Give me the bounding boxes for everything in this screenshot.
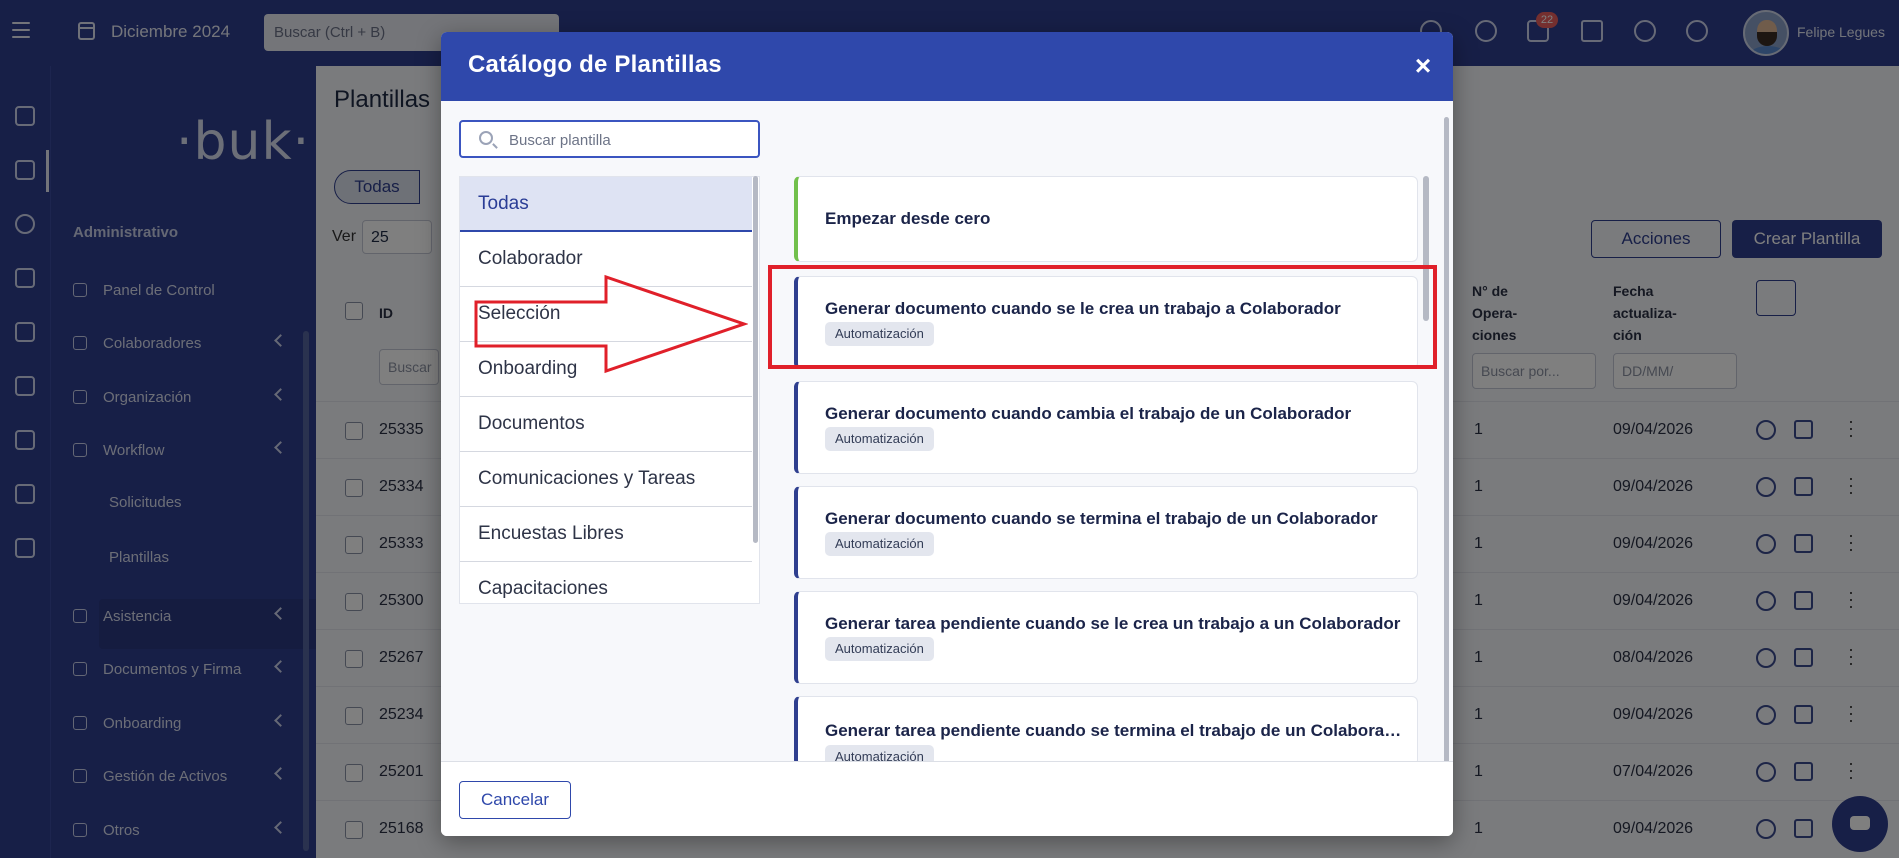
search-icon — [479, 131, 493, 145]
modal-header: Catálogo de Plantillas × — [441, 32, 1453, 101]
modal-footer: Cancelar — [441, 761, 1453, 836]
category-encuestas-libres[interactable]: Encuestas Libres — [460, 507, 752, 562]
template-card-title: Generar documento cuando cambia el traba… — [825, 404, 1352, 423]
category-comunicaciones-y-tareas[interactable]: Comunicaciones y Tareas — [460, 452, 752, 507]
template-card[interactable]: Generar tarea pendiente cuando se termin… — [794, 696, 1418, 766]
category-list: Todas Colaborador Selección Onboarding D… — [459, 176, 760, 604]
modal-body: Todas Colaborador Selección Onboarding D… — [441, 101, 1453, 766]
modal-scrollbar[interactable] — [1444, 117, 1449, 767]
template-card-title: Generar documento cuando se termina el t… — [825, 509, 1378, 528]
template-card[interactable]: Generar documento cuando cambia el traba… — [794, 381, 1418, 474]
template-search-input[interactable] — [509, 129, 749, 151]
automation-badge: Automatización — [825, 532, 934, 556]
close-icon[interactable]: × — [1409, 52, 1437, 80]
modal-title: Catálogo de Plantillas — [468, 51, 722, 78]
cancel-button[interactable]: Cancelar — [459, 781, 571, 819]
arrow-annotation-icon — [474, 274, 748, 374]
category-list-scrollbar[interactable] — [753, 176, 758, 543]
category-capacitaciones[interactable]: Capacitaciones — [460, 562, 752, 603]
template-card[interactable]: Generar documento cuando se termina el t… — [794, 486, 1418, 579]
category-todas[interactable]: Todas — [460, 177, 752, 232]
template-card[interactable]: Generar tarea pendiente cuando se le cre… — [794, 591, 1418, 684]
template-card-empezar-desde-cero[interactable]: Empezar desde cero — [794, 176, 1418, 262]
automation-badge: Automatización — [825, 637, 934, 661]
template-catalog-modal: Catálogo de Plantillas × Todas Colaborad… — [441, 32, 1453, 836]
template-card-title: Empezar desde cero — [825, 209, 991, 228]
highlight-annotation-box — [768, 265, 1437, 369]
category-documentos[interactable]: Documentos — [460, 397, 752, 452]
template-card-title: Generar tarea pendiente cuando se termin… — [825, 721, 1407, 740]
automation-badge: Automatización — [825, 427, 934, 451]
template-card-title: Generar tarea pendiente cuando se le cre… — [825, 614, 1401, 633]
template-search-field[interactable] — [459, 120, 760, 158]
